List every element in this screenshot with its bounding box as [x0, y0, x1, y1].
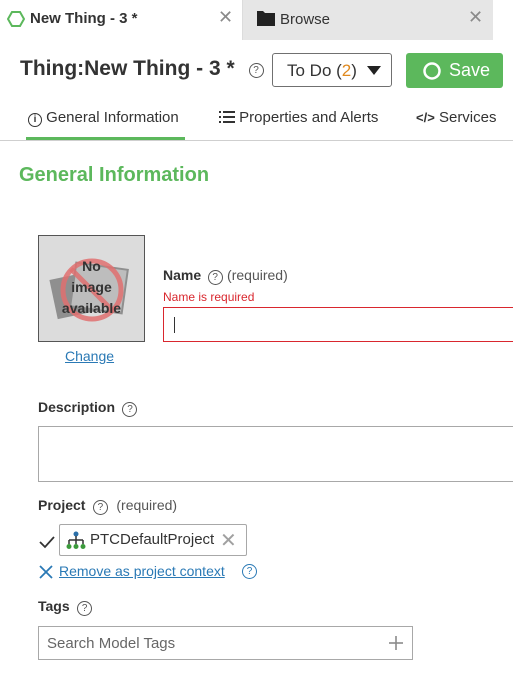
subtab-label: Properties and Alerts	[239, 109, 379, 126]
editor-tab-strip: New Thing - 3 * ✕ Browse ✕	[0, 0, 513, 40]
help-icon[interactable]: ?	[92, 500, 108, 515]
close-icon[interactable]: ✕	[468, 8, 483, 26]
change-image-link[interactable]: Change	[65, 348, 114, 364]
project-chip[interactable]: PTCDefaultProject ✕	[59, 524, 247, 556]
no-image-text: No image available	[61, 258, 122, 316]
help-icon[interactable]: ?	[207, 270, 223, 285]
name-input[interactable]	[163, 307, 513, 342]
name-error: Name is required	[163, 290, 255, 304]
save-button[interactable]: Save	[406, 53, 503, 88]
close-icon[interactable]: ✕	[218, 8, 233, 26]
info-icon: i	[28, 113, 42, 127]
thing-image: No image available	[38, 235, 145, 342]
help-icon[interactable]: ?	[242, 564, 257, 579]
text-caret	[174, 317, 175, 333]
tab-browse[interactable]: Browse ✕	[243, 0, 493, 40]
section-title: General Information	[19, 164, 210, 186]
description-label: Description ?	[38, 399, 138, 417]
list-icon	[219, 111, 235, 123]
remove-project-context-link[interactable]: Remove as project context	[59, 563, 225, 579]
caret-down-icon	[367, 66, 381, 75]
page-title-text: Thing:New Thing - 3 *	[20, 57, 235, 80]
hierarchy-icon	[66, 531, 86, 549]
project-label: Project ? (required)	[38, 497, 178, 515]
tags-label: Tags ?	[38, 598, 93, 616]
code-icon: </>	[416, 110, 435, 125]
todo-count: 2	[341, 61, 352, 80]
tab-properties-and-alerts[interactable]: Properties and Alerts	[219, 109, 378, 126]
todo-dropdown-button[interactable]: To Do (2)	[272, 53, 392, 87]
tags-placeholder: Search Model Tags	[47, 635, 176, 652]
hexagon-icon	[7, 11, 25, 27]
subtab-label: General Information	[46, 109, 179, 126]
help-icon[interactable]: ?	[122, 402, 138, 417]
subtab-label: Services	[438, 109, 497, 126]
circle-icon	[423, 62, 441, 80]
plus-icon[interactable]	[388, 635, 404, 651]
tab-label: Browse	[280, 11, 331, 28]
save-label: Save	[449, 60, 491, 80]
help-icon[interactable]: ?	[248, 63, 264, 78]
folder-icon	[257, 11, 275, 26]
remove-chip-icon[interactable]: ✕	[220, 528, 237, 553]
tags-search-input[interactable]: Search Model Tags	[38, 626, 413, 660]
description-field[interactable]	[38, 426, 513, 482]
page-title: Thing:New Thing - 3 * ?	[20, 57, 264, 81]
subtab-divider	[0, 140, 513, 141]
todo-label: To Do (2)	[287, 61, 357, 80]
close-icon[interactable]	[39, 565, 53, 579]
check-icon	[39, 536, 55, 549]
help-icon[interactable]: ?	[77, 601, 93, 616]
tab-services[interactable]: </> Services	[416, 109, 497, 126]
tab-new-thing[interactable]: New Thing - 3 * ✕	[0, 0, 243, 40]
tab-general-information[interactable]: i General Information	[28, 109, 179, 127]
project-name: PTCDefaultProject	[90, 531, 215, 548]
tab-label: New Thing - 3 *	[30, 10, 138, 27]
name-label: Name ? (required)	[163, 267, 288, 285]
tab-strip-spacer	[493, 0, 513, 40]
